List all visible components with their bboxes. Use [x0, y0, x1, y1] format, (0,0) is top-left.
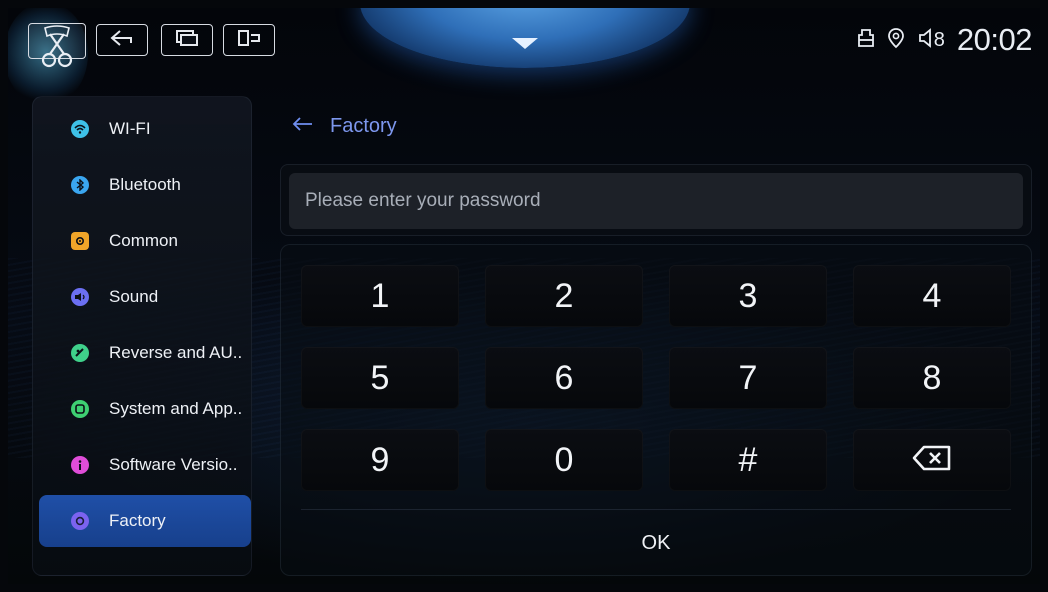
gear-icon	[71, 232, 89, 250]
breadcrumb: Factory	[292, 112, 397, 140]
volume-indicator: 8	[917, 27, 945, 54]
chevron-down-icon[interactable]	[512, 38, 538, 49]
wifi-icon	[71, 120, 89, 138]
apps-icon	[71, 400, 89, 418]
sidebar-item-system-and-apps[interactable]: System and App..	[39, 383, 251, 435]
ok-button[interactable]: OK	[301, 515, 1011, 571]
usb-icon	[857, 28, 875, 53]
key-8[interactable]: 8	[853, 347, 1011, 409]
home-button[interactable]	[28, 23, 86, 67]
sidebar-item-common[interactable]: Common	[39, 215, 251, 267]
key-2[interactable]: 2	[485, 265, 643, 327]
sidebar-item-sound[interactable]: Sound	[39, 271, 251, 323]
sidebar-item-software-version[interactable]: Software Versio..	[39, 439, 251, 491]
backspace-key[interactable]	[853, 429, 1011, 491]
keypad: 1 2 3 4 5 6 7 8 9 0 # OK	[280, 244, 1032, 576]
settings-sidebar: WI-FI Bluetooth Common Sound Reverse and…	[32, 96, 252, 576]
back-arrow-icon	[109, 29, 135, 52]
sidebar-item-label: Common	[109, 231, 178, 250]
key-6[interactable]: 6	[485, 347, 643, 409]
status-bar: 8 20:02	[857, 22, 1033, 58]
backspace-icon	[912, 441, 952, 480]
recent-apps-icon	[175, 29, 199, 52]
back-button[interactable]	[96, 24, 148, 56]
key-4[interactable]: 4	[853, 265, 1011, 327]
page-title: Factory	[330, 114, 397, 137]
split-screen-icon	[237, 29, 261, 52]
volume-icon	[917, 27, 933, 54]
sidebar-item-bluetooth[interactable]: Bluetooth	[39, 159, 251, 211]
key-7[interactable]: 7	[669, 347, 827, 409]
sidebar-item-reverse-and-aux[interactable]: Reverse and AU..	[39, 327, 251, 379]
scissors-home-icon	[39, 8, 75, 79]
bluetooth-icon	[71, 176, 89, 194]
sidebar-item-label: Reverse and AU..	[109, 343, 243, 362]
recent-apps-button[interactable]	[161, 24, 213, 56]
sidebar-item-label: Bluetooth	[109, 175, 181, 194]
location-icon	[887, 27, 905, 54]
password-field-container	[280, 164, 1032, 236]
speaker-icon	[71, 288, 89, 306]
sidebar-item-factory[interactable]: Factory	[39, 495, 251, 547]
back-arrow-icon[interactable]	[292, 116, 314, 137]
settings-screen: 8 20:02 WI-FI Bluetooth Common Sound Rev…	[8, 8, 1040, 584]
key-hash[interactable]: #	[669, 429, 827, 491]
divider	[301, 509, 1011, 510]
sidebar-item-label: Sound	[109, 287, 159, 306]
camera-icon	[71, 344, 89, 362]
volume-level: 8	[933, 28, 945, 51]
sidebar-item-wifi[interactable]: WI-FI	[39, 103, 251, 155]
sidebar-item-label: WI-FI	[109, 119, 151, 138]
key-1[interactable]: 1	[301, 265, 459, 327]
key-9[interactable]: 9	[301, 429, 459, 491]
key-0[interactable]: 0	[485, 429, 643, 491]
split-screen-button[interactable]	[223, 24, 275, 56]
sidebar-item-label: Software Versio..	[109, 455, 238, 474]
key-5[interactable]: 5	[301, 347, 459, 409]
top-bar: 8 20:02	[8, 8, 1040, 106]
key-3[interactable]: 3	[669, 265, 827, 327]
sidebar-item-label: Factory	[109, 511, 166, 530]
factory-icon	[71, 512, 89, 530]
clock: 20:02	[956, 22, 1033, 57]
sidebar-item-label: System and App..	[109, 399, 243, 418]
info-icon	[71, 456, 89, 474]
password-input[interactable]	[289, 173, 1023, 229]
